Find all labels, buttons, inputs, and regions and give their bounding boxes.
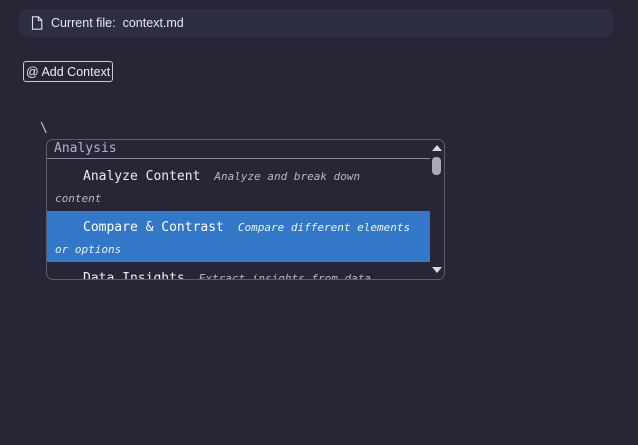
current-file-name[interactable]: context.md (123, 16, 184, 30)
menu-header: Analysis (47, 140, 430, 159)
menu-scrollbar[interactable] (430, 140, 444, 279)
menu-item-description: Compare different elements (237, 221, 411, 234)
add-context-label: @ Add Context (26, 64, 111, 79)
menu-item-data-insights[interactable]: Data Insights Extract insights from data (47, 262, 430, 280)
menu-item-title: Data Insights (83, 271, 185, 280)
command-menu[interactable]: Analysis Analyze Content Analyze and brea… (46, 139, 445, 280)
menu-item-description-continued: or options (55, 243, 122, 256)
menu-item-title: Compare & Contrast (83, 220, 224, 235)
menu-item-title: Analyze Content (83, 169, 201, 184)
current-file-label: Current file: (51, 16, 116, 30)
scroll-thumb[interactable] (432, 157, 441, 175)
scroll-down-arrow-icon[interactable] (432, 267, 442, 273)
scroll-up-arrow-icon[interactable] (432, 145, 442, 151)
menu-item-description: Extract insights from data (198, 272, 371, 280)
file-icon (31, 16, 43, 30)
menu-item-compare-contrast[interactable]: Compare & Contrast Compare different elem… (47, 211, 430, 262)
menu-item-analyze-content[interactable]: Analyze Content Analyze and break down co… (47, 160, 430, 211)
add-context-button[interactable]: @ Add Context (23, 61, 114, 82)
current-file-bar: Current file: context.md (19, 9, 614, 37)
editor-text[interactable]: \ (40, 121, 48, 136)
menu-item-description: Analyze and break down (214, 170, 361, 183)
menu-item-description-continued: content (55, 192, 102, 205)
menu-list[interactable]: Analyze Content Analyze and break down co… (47, 160, 430, 280)
